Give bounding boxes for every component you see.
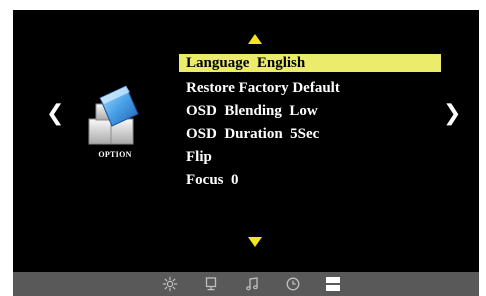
monitor-icon[interactable]	[203, 276, 219, 292]
osd-screen: ❮ OPTION Language English Restore Factor…	[13, 10, 479, 296]
scroll-up-arrow-icon[interactable]	[248, 34, 262, 44]
music-note-icon[interactable]	[244, 276, 260, 292]
category-label: OPTION	[98, 150, 132, 159]
menu-item-restore-factory-default[interactable]: Restore Factory Default	[179, 78, 441, 98]
previous-category-button[interactable]: ❮	[46, 102, 64, 126]
menu-item-osd-blending[interactable]: OSD Blending Low	[179, 101, 441, 121]
next-category-button[interactable]: ❯	[443, 102, 461, 126]
menu-item-flip[interactable]: Flip	[179, 147, 441, 167]
menu-item-language[interactable]: Language English	[179, 54, 441, 72]
option-menu: Language English Restore Factory Default…	[179, 54, 441, 193]
clock-icon[interactable]	[285, 276, 301, 292]
menu-item-osd-duration[interactable]: OSD Duration 5Sec	[179, 124, 441, 144]
category-bar	[13, 272, 479, 296]
menu-item-focus[interactable]: Focus 0	[179, 170, 441, 190]
option-blocks-icon	[86, 84, 140, 148]
option-icon[interactable]	[325, 276, 341, 292]
picture-brightness-icon[interactable]	[162, 276, 178, 292]
scroll-down-arrow-icon[interactable]	[248, 237, 262, 247]
